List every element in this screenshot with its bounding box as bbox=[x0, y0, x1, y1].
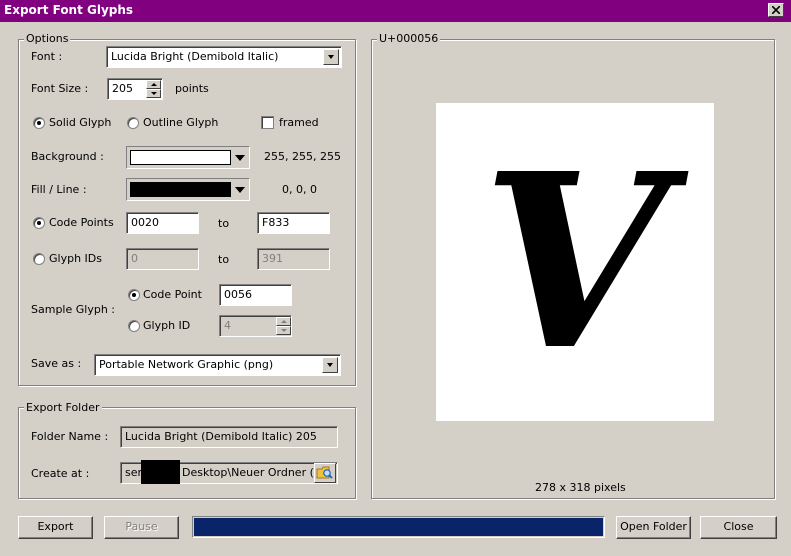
glyph-ids-to-input[interactable]: 391 bbox=[257, 248, 330, 270]
background-label: Background : bbox=[31, 150, 104, 163]
export-folder-legend: Export Folder bbox=[24, 401, 102, 414]
fill-label: Fill / Line : bbox=[31, 183, 87, 196]
sample-glyph-id-radio[interactable] bbox=[128, 320, 140, 332]
window-title: Export Font Glyphs bbox=[4, 3, 134, 17]
save-as-label: Save as : bbox=[31, 357, 82, 370]
code-points-radio[interactable] bbox=[33, 217, 45, 229]
create-at-path: Desktop\Neuer Ordner (10) bbox=[182, 466, 333, 479]
preview-legend: U+000056 bbox=[377, 32, 441, 45]
code-points-to-value: F833 bbox=[262, 216, 290, 229]
glyph-ids-radio[interactable] bbox=[33, 253, 45, 265]
to-label-2: to bbox=[218, 253, 230, 266]
chevron-down-icon[interactable] bbox=[322, 357, 338, 373]
close-window-button[interactable] bbox=[768, 3, 784, 17]
glyph-preview: V bbox=[436, 103, 714, 421]
code-points-from-input[interactable]: 0020 bbox=[126, 212, 199, 234]
font-combobox[interactable]: Lucida Bright (Demibold Italic) bbox=[106, 46, 342, 68]
sample-code-point-radio[interactable] bbox=[128, 289, 140, 301]
sample-code-point-label[interactable]: Code Point bbox=[143, 288, 202, 301]
glyph-ids-label[interactable]: Glyph IDs bbox=[49, 252, 102, 265]
font-value: Lucida Bright (Demibold Italic) bbox=[111, 50, 279, 63]
sample-glyph-id-value: 4 bbox=[224, 319, 231, 332]
fontsize-value: 205 bbox=[112, 82, 133, 95]
folder-name-label: Folder Name : bbox=[31, 430, 109, 443]
close-button[interactable]: Close bbox=[700, 516, 777, 539]
fontsize-stepper[interactable] bbox=[146, 80, 161, 98]
font-label: Font : bbox=[31, 50, 63, 63]
to-label: to bbox=[218, 217, 230, 230]
glyph-ids-from-value: 0 bbox=[131, 252, 138, 265]
framed-checkbox[interactable] bbox=[261, 116, 274, 129]
fill-rgb: 0, 0, 0 bbox=[282, 183, 317, 196]
glyph-ids-to-value: 391 bbox=[262, 252, 283, 265]
glyph-preview-character: V bbox=[481, 121, 669, 403]
fontsize-label: Font Size : bbox=[31, 82, 89, 95]
folder-name-value: Lucida Bright (Demibold Italic) 205 bbox=[125, 430, 317, 443]
glyph-ids-from-input[interactable]: 0 bbox=[126, 248, 199, 270]
save-as-value: Portable Network Graphic (png) bbox=[99, 358, 274, 371]
code-points-from-value: 0020 bbox=[131, 216, 159, 229]
export-folder-group bbox=[18, 407, 356, 499]
background-swatch bbox=[130, 150, 231, 165]
fill-swatch bbox=[130, 182, 231, 197]
solid-glyph-label[interactable]: Solid Glyph bbox=[49, 116, 111, 129]
sample-code-point-input[interactable]: 0056 bbox=[219, 284, 292, 306]
redaction-block bbox=[141, 460, 180, 484]
folder-search-icon bbox=[316, 466, 333, 479]
fontsize-unit: points bbox=[175, 82, 209, 95]
options-legend: Options bbox=[24, 32, 71, 45]
preview-size-text: 278 x 318 pixels bbox=[535, 481, 626, 494]
create-at-prefix: ser bbox=[125, 466, 143, 479]
sample-glyph-label: Sample Glyph : bbox=[31, 303, 115, 316]
stepper-up-icon[interactable] bbox=[146, 80, 161, 89]
title-bar: Export Font Glyphs bbox=[0, 0, 791, 22]
code-points-to-input[interactable]: F833 bbox=[257, 212, 330, 234]
solid-glyph-radio[interactable] bbox=[33, 117, 45, 129]
pause-button[interactable]: Pause bbox=[104, 516, 179, 539]
code-points-label[interactable]: Code Points bbox=[49, 216, 114, 229]
sample-code-point-value: 0056 bbox=[224, 288, 252, 301]
save-as-combobox[interactable]: Portable Network Graphic (png) bbox=[94, 354, 341, 376]
stepper-down-icon[interactable] bbox=[146, 89, 161, 98]
create-at-label: Create at : bbox=[31, 467, 90, 480]
open-folder-button[interactable]: Open Folder bbox=[616, 516, 691, 539]
close-icon bbox=[772, 6, 780, 14]
chevron-down-icon[interactable] bbox=[231, 180, 248, 199]
export-button[interactable]: Export bbox=[18, 516, 93, 539]
browse-folder-button[interactable] bbox=[314, 463, 336, 483]
fill-color-picker[interactable] bbox=[126, 178, 250, 201]
stepper-up-icon[interactable] bbox=[276, 317, 291, 326]
outline-glyph-radio[interactable] bbox=[127, 117, 139, 129]
progress-fill bbox=[194, 518, 603, 536]
sample-glyph-id-stepper[interactable] bbox=[276, 317, 291, 335]
folder-name-field[interactable]: Lucida Bright (Demibold Italic) 205 bbox=[120, 426, 338, 448]
background-color-picker[interactable] bbox=[126, 146, 250, 169]
background-rgb: 255, 255, 255 bbox=[264, 150, 341, 163]
sample-glyph-id-label[interactable]: Glyph ID bbox=[143, 319, 190, 332]
outline-glyph-label[interactable]: Outline Glyph bbox=[143, 116, 218, 129]
stepper-down-icon[interactable] bbox=[276, 326, 291, 335]
framed-label[interactable]: framed bbox=[279, 116, 319, 129]
chevron-down-icon[interactable] bbox=[323, 49, 339, 65]
progress-bar bbox=[192, 516, 605, 538]
chevron-down-icon[interactable] bbox=[231, 148, 248, 167]
